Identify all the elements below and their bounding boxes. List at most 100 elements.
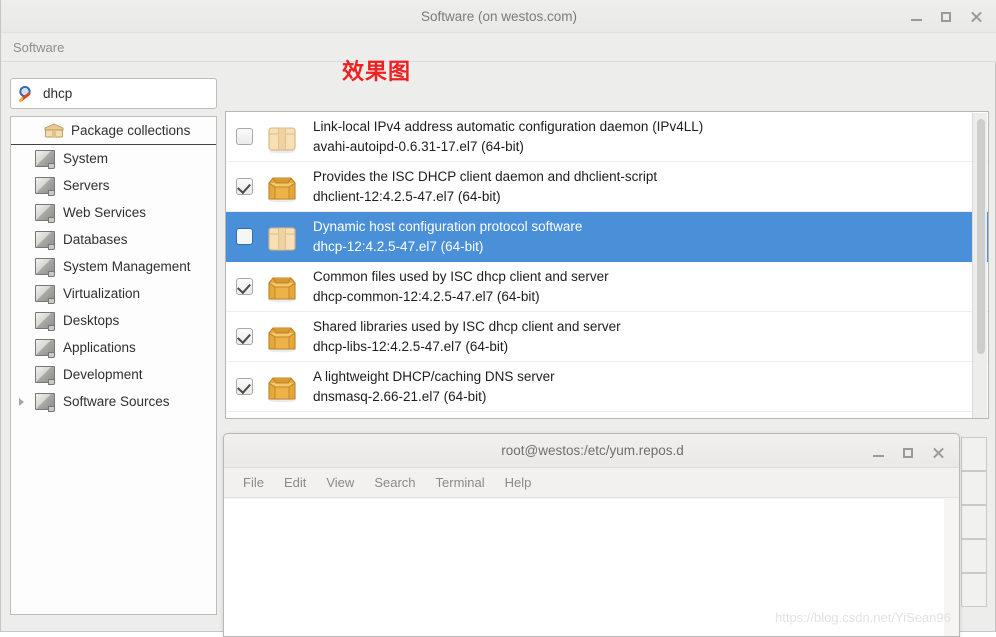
package-open-icon (263, 320, 301, 354)
monitor-icon (35, 393, 55, 412)
sidebar-item-label: Desktops (63, 313, 120, 328)
terminal-minimize-button[interactable] (863, 439, 893, 467)
package-closed-icon (263, 120, 301, 154)
annotation-label: 效果图 (342, 59, 412, 84)
package-name: dhcp-common-12:4.2.5-47.el7 (64-bit) (313, 288, 540, 304)
table-row[interactable]: Dynamic host configuration protocol soft… (226, 212, 988, 262)
monitor-icon (35, 150, 55, 169)
terminal-window-controls (863, 436, 953, 469)
terminal-title: root@westos:/etc/yum.repos.d (501, 443, 684, 458)
sidebar-item-label: Databases (63, 232, 128, 247)
table-row[interactable]: Link-local IPv4 address automatic config… (226, 112, 988, 162)
terminal-menu-search[interactable]: Search (364, 475, 425, 490)
background-button[interactable] (961, 437, 987, 471)
terminal-window: root@westos:/etc/yum.repos.d File Edit V… (223, 433, 960, 637)
package-name: dhcp-12:4.2.5-47.el7 (64-bit) (313, 238, 484, 254)
package-checkbox[interactable] (236, 278, 253, 295)
close-icon (932, 446, 945, 459)
search-input-value: dhcp (43, 86, 73, 101)
table-row[interactable]: Common files used by ISC dhcp client and… (226, 262, 988, 312)
sidebar-item-software-sources[interactable]: Software Sources (11, 388, 216, 415)
package-checkbox[interactable] (236, 328, 253, 345)
sidebar-item-applications[interactable]: Applications (11, 334, 216, 361)
sidebar-item-web-services[interactable]: Web Services (11, 199, 216, 226)
menu-item-software[interactable]: Software (9, 33, 68, 62)
window-title: Software (on westos.com) (420, 9, 578, 24)
package-summary: Dynamic host configuration protocol soft… (313, 218, 583, 234)
monitor-icon (35, 177, 55, 196)
sidebar-item-servers[interactable]: Servers (11, 172, 216, 199)
monitor-icon (35, 231, 55, 250)
background-button[interactable] (961, 471, 987, 505)
background-button[interactable] (961, 505, 987, 539)
terminal-menu-view[interactable]: View (316, 475, 364, 490)
package-checkbox[interactable] (236, 178, 253, 195)
close-icon (970, 10, 983, 23)
package-name: dhcp-libs-12:4.2.5-47.el7 (64-bit) (313, 338, 509, 354)
package-summary: Provides the ISC DHCP client daemon and … (313, 168, 658, 184)
package-summary: Shared libraries used by ISC dhcp client… (313, 318, 621, 334)
background-button[interactable] (961, 573, 987, 607)
sidebar-item-virtualization[interactable]: Virtualization (11, 280, 216, 307)
monitor-icon (35, 285, 55, 304)
sidebar-item-label: Applications (63, 340, 136, 355)
terminal-menu-terminal[interactable]: Terminal (426, 475, 495, 490)
monitor-icon (35, 366, 55, 385)
maximize-icon (903, 447, 913, 458)
sidebar-item-label: Virtualization (63, 286, 141, 301)
watermark: https://blog.csdn.net/YiSean96 (775, 610, 951, 625)
terminal-maximize-button[interactable] (893, 439, 923, 467)
sidebar-item-databases[interactable]: Databases (11, 226, 216, 253)
sidebar-item-system[interactable]: System (11, 145, 216, 172)
table-row[interactable]: Provides the ISC DHCP client daemon and … (226, 162, 988, 212)
menubar: Software (1, 33, 996, 62)
package-collection-icon (43, 122, 64, 139)
table-row[interactable]: A lightweight DHCP/caching DNS server dn… (226, 362, 988, 412)
terminal-menubar: File Edit View Search Terminal Help (224, 468, 959, 498)
table-row[interactable]: Shared libraries used by ISC dhcp client… (226, 312, 988, 362)
software-window: Software (on westos.com) Software 效果图 dh… (0, 0, 996, 637)
package-open-icon (263, 370, 301, 404)
terminal-menu-file[interactable]: File (233, 475, 274, 490)
sidebar-item-label: Package collections (71, 123, 191, 138)
monitor-icon (35, 258, 55, 277)
sidebar-item-label: System Management (63, 259, 191, 274)
maximize-icon (941, 11, 951, 22)
sidebar-item-label: System (63, 151, 109, 166)
search-input[interactable]: dhcp (10, 78, 217, 109)
sidebar-item-development[interactable]: Development (11, 361, 216, 388)
package-name: avahi-autoipd-0.6.31-17.el7 (64-bit) (313, 138, 524, 154)
sidebar-item-label: Servers (63, 178, 110, 193)
sidebar-item-package-collections[interactable]: Package collections (11, 117, 216, 145)
package-checkbox[interactable] (236, 378, 253, 395)
package-summary: Common files used by ISC dhcp client and… (313, 268, 609, 284)
package-summary: A lightweight DHCP/caching DNS server (313, 368, 555, 384)
monitor-icon (35, 204, 55, 223)
background-button[interactable] (961, 539, 987, 573)
sidebar-item-label: Software Sources (63, 394, 170, 409)
close-button[interactable] (961, 3, 991, 31)
package-checkbox[interactable] (236, 128, 253, 145)
list-scrollbar-thumb[interactable] (977, 119, 985, 354)
sidebar-item-system-management[interactable]: System Management (11, 253, 216, 280)
package-name: dnsmasq-2.66-21.el7 (64-bit) (313, 388, 487, 404)
package-open-icon (263, 170, 301, 204)
sidebar-item-desktops[interactable]: Desktops (11, 307, 216, 334)
minimize-icon (872, 455, 884, 457)
search-icon (18, 85, 36, 103)
terminal-menu-help[interactable]: Help (495, 475, 542, 490)
category-sidebar[interactable]: Package collections System Servers Web S… (10, 116, 217, 615)
terminal-menu-edit[interactable]: Edit (274, 475, 316, 490)
minimize-icon (910, 19, 922, 21)
terminal-close-button[interactable] (923, 439, 953, 467)
package-summary: Link-local IPv4 address automatic config… (313, 118, 704, 134)
package-list[interactable]: Link-local IPv4 address automatic config… (225, 111, 989, 419)
package-checkbox[interactable] (236, 228, 253, 245)
minimize-button[interactable] (901, 3, 931, 31)
chevron-right-icon[interactable] (19, 398, 24, 406)
maximize-button[interactable] (931, 3, 961, 31)
window-titlebar: Software (on westos.com) (1, 0, 996, 33)
list-scrollbar[interactable] (972, 113, 987, 418)
terminal-titlebar: root@westos:/etc/yum.repos.d (224, 434, 959, 469)
monitor-icon (35, 312, 55, 331)
